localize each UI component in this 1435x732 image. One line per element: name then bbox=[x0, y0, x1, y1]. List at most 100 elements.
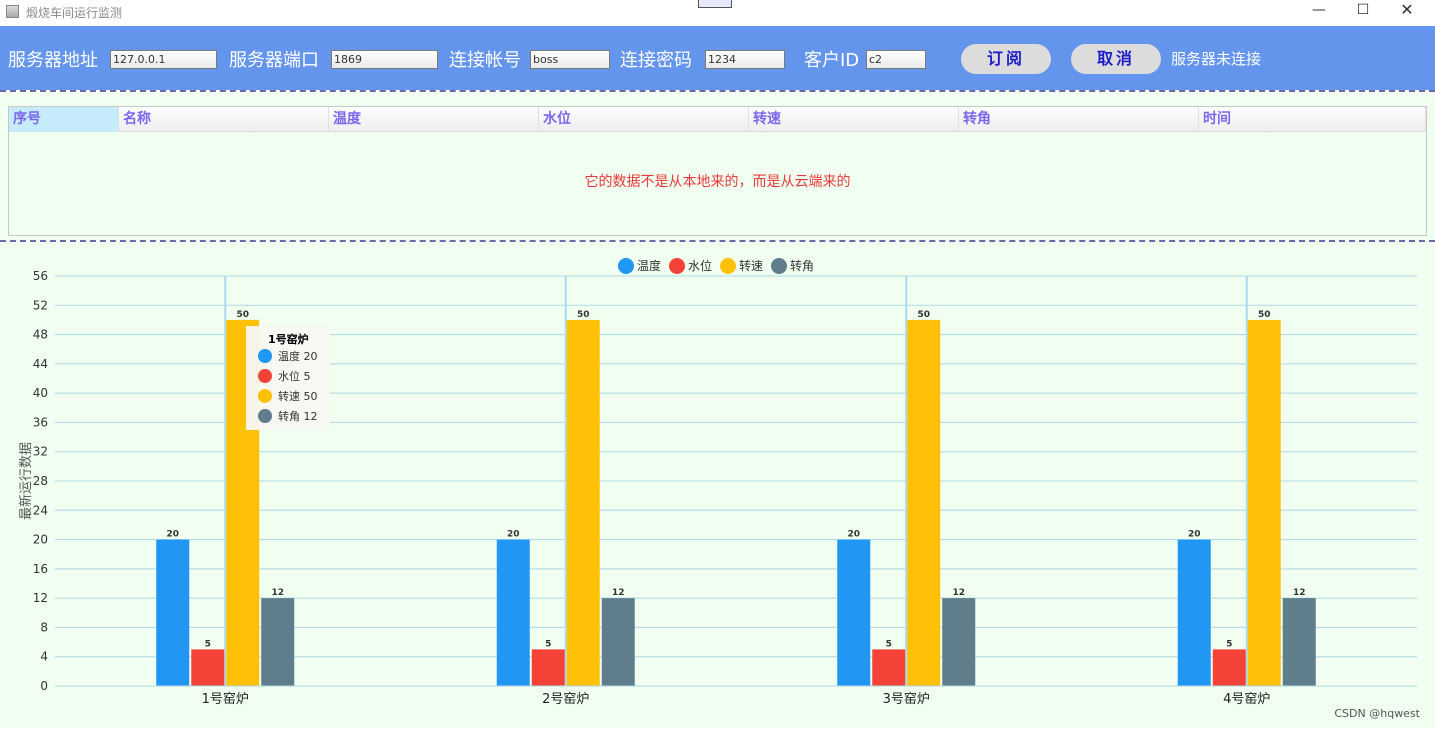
bar-value-label: 12 bbox=[271, 588, 284, 598]
bar-value-label: 12 bbox=[952, 588, 965, 598]
bar-value-label: 50 bbox=[577, 310, 590, 320]
account-input[interactable]: boss bbox=[530, 50, 610, 69]
cloud-data-message: 它的数据不是从本地来的，而是从云端来的 bbox=[584, 174, 851, 190]
y-tick-label: 0 bbox=[40, 679, 48, 693]
bar bbox=[566, 319, 600, 686]
window-title: 煅烧车间运行监测 bbox=[26, 6, 123, 20]
close-button[interactable]: ✕ bbox=[1385, 0, 1429, 22]
cancel-button[interactable]: 取消 bbox=[1071, 44, 1161, 74]
tooltip-item: 转角 12 bbox=[278, 409, 318, 423]
legend-marker bbox=[669, 258, 685, 274]
column-header-name[interactable]: 名称 bbox=[119, 107, 329, 132]
y-tick-label: 36 bbox=[33, 415, 48, 429]
server-address-input[interactable]: 127.0.0.1 bbox=[110, 50, 217, 69]
password-label: 连接密码 bbox=[620, 50, 692, 71]
taskbar-thumbnail-icon bbox=[698, 0, 732, 8]
bar bbox=[531, 649, 565, 686]
bar bbox=[942, 598, 976, 686]
bar bbox=[191, 649, 225, 686]
grid-header: 序号 名称 温度 水位 转速 转角 时间 bbox=[9, 107, 1426, 132]
tooltip-marker bbox=[258, 389, 272, 403]
x-category-label: 2号窑炉 bbox=[542, 691, 589, 707]
legend-label: 转角 bbox=[790, 258, 814, 273]
bar bbox=[261, 598, 295, 686]
y-tick-label: 24 bbox=[33, 503, 48, 517]
y-tick-label: 12 bbox=[33, 591, 48, 605]
legend-marker bbox=[618, 258, 634, 274]
minimize-button[interactable]: — bbox=[1297, 0, 1341, 22]
bar-value-label: 20 bbox=[847, 530, 860, 540]
bar-value-label: 50 bbox=[1258, 310, 1271, 320]
tooltip-title: 1号窑炉 bbox=[268, 332, 309, 346]
account-label: 连接帐号 bbox=[449, 50, 521, 71]
bar bbox=[1247, 319, 1281, 686]
tooltip-item: 转速 50 bbox=[278, 389, 318, 403]
column-header-water-level[interactable]: 水位 bbox=[539, 107, 749, 132]
legend-marker bbox=[720, 258, 736, 274]
legend-label: 温度 bbox=[637, 258, 661, 273]
bar-value-label: 20 bbox=[507, 530, 520, 540]
connection-status: 服务器未连接 bbox=[1171, 50, 1262, 68]
bar-value-label: 5 bbox=[545, 639, 551, 649]
column-header-time[interactable]: 时间 bbox=[1199, 107, 1426, 132]
server-port-input[interactable]: 1869 bbox=[331, 50, 438, 69]
column-header-angle[interactable]: 转角 bbox=[959, 107, 1199, 132]
password-input[interactable]: 1234 bbox=[705, 50, 785, 69]
bar-value-label: 50 bbox=[917, 310, 930, 320]
server-port-label: 服务器端口 bbox=[229, 50, 319, 71]
y-tick-label: 52 bbox=[33, 298, 48, 312]
y-tick-label: 56 bbox=[33, 269, 48, 283]
bar bbox=[837, 539, 871, 686]
y-tick-label: 32 bbox=[33, 445, 48, 459]
bar bbox=[872, 649, 906, 686]
chart-panel: 0 4 8 12 16 20 24 28 32 36 40 44 48 52 56 最新运行数据 20 5 50 12… bbox=[0, 242, 1435, 728]
tooltip-item: 水位 5 bbox=[278, 369, 311, 383]
data-table-panel: 序号 名称 温度 水位 转速 转角 时间 它的数据不是从本地来的，而是从云端来的 bbox=[0, 92, 1435, 240]
bar-value-label: 5 bbox=[1226, 639, 1232, 649]
bar-chart: 048121620242832364044485256最新运行数据2055012… bbox=[18, 258, 1417, 707]
bar bbox=[496, 539, 530, 686]
x-category-label: 4号窑炉 bbox=[1223, 691, 1270, 707]
client-id-label: 客户ID bbox=[804, 50, 860, 71]
bar bbox=[1212, 649, 1246, 686]
title-bar: 煅烧车间运行监测 — ☐ ✕ bbox=[0, 0, 1435, 24]
tooltip-marker bbox=[258, 349, 272, 363]
x-category-label: 1号窑炉 bbox=[202, 691, 249, 707]
connection-toolbar: 服务器地址 127.0.0.1 服务器端口 1869 连接帐号 boss 连接密… bbox=[0, 26, 1435, 90]
y-axis-label: 最新运行数据 bbox=[18, 442, 34, 520]
bar-value-label: 12 bbox=[612, 588, 625, 598]
y-tick-label: 4 bbox=[40, 650, 48, 664]
bar-value-label: 50 bbox=[236, 310, 249, 320]
app-icon bbox=[6, 5, 19, 18]
tooltip-marker bbox=[258, 369, 272, 383]
column-header-index[interactable]: 序号 bbox=[9, 107, 119, 132]
tooltip-marker bbox=[258, 409, 272, 423]
bar-value-label: 5 bbox=[886, 639, 892, 649]
bar bbox=[601, 598, 635, 686]
server-address-label: 服务器地址 bbox=[8, 50, 98, 71]
bar bbox=[907, 319, 941, 686]
bar-value-label: 5 bbox=[205, 639, 211, 649]
legend-label: 水位 bbox=[688, 258, 712, 273]
legend-marker bbox=[771, 258, 787, 274]
y-tick-label: 28 bbox=[33, 474, 48, 488]
column-header-speed[interactable]: 转速 bbox=[749, 107, 959, 132]
maximize-button[interactable]: ☐ bbox=[1341, 0, 1385, 22]
client-id-input[interactable]: c2 bbox=[866, 50, 926, 69]
bar-value-label: 12 bbox=[1293, 588, 1306, 598]
y-tick-label: 48 bbox=[33, 328, 48, 342]
legend-label: 转速 bbox=[739, 258, 763, 273]
bar bbox=[1282, 598, 1316, 686]
y-tick-label: 44 bbox=[33, 357, 48, 371]
y-tick-label: 16 bbox=[33, 562, 48, 576]
bar-value-label: 20 bbox=[1188, 530, 1201, 540]
column-header-temperature[interactable]: 温度 bbox=[329, 107, 539, 132]
watermark: CSDN @hqwest bbox=[1334, 707, 1420, 720]
bar-value-label: 20 bbox=[166, 530, 179, 540]
y-tick-label: 40 bbox=[33, 386, 48, 400]
tooltip-item: 温度 20 bbox=[278, 349, 318, 363]
bar bbox=[156, 539, 190, 686]
data-grid: 序号 名称 温度 水位 转速 转角 时间 它的数据不是从本地来的，而是从云端来的 bbox=[8, 106, 1427, 236]
subscribe-button[interactable]: 订阅 bbox=[961, 44, 1051, 74]
x-category-label: 3号窑炉 bbox=[883, 691, 930, 707]
